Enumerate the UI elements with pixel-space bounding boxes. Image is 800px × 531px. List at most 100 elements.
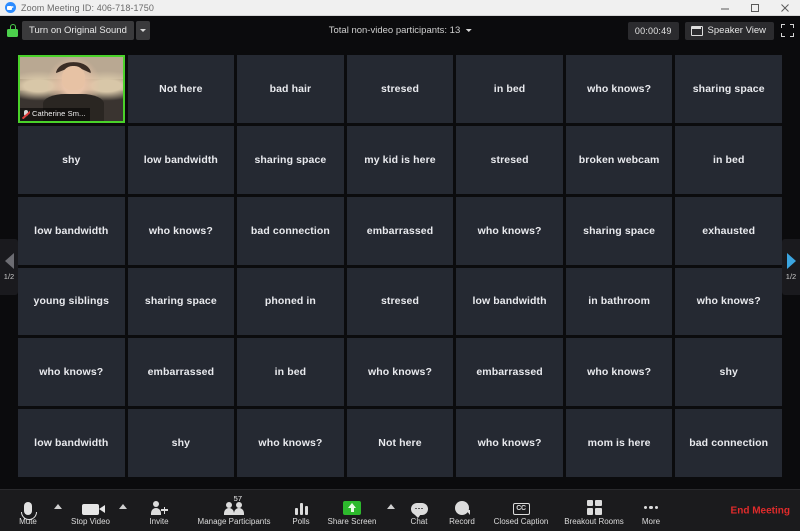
participant-tile[interactable]: who knows?: [127, 196, 235, 265]
participant-tile[interactable]: sharing space: [675, 55, 782, 123]
participant-tile[interactable]: who knows?: [565, 338, 673, 407]
fullscreen-icon[interactable]: [781, 24, 794, 37]
participant-tile[interactable]: broken webcam: [565, 125, 673, 194]
participant-tile-label: young siblings: [33, 295, 110, 308]
participant-tile[interactable]: in bed: [237, 338, 344, 407]
minimize-icon[interactable]: [710, 0, 740, 16]
share-screen-icon: [343, 500, 361, 515]
participant-tile[interactable]: my kid is here: [346, 125, 454, 194]
participant-tile[interactable]: Not here: [127, 55, 235, 123]
participant-tile[interactable]: low bandwidth: [127, 125, 235, 194]
participant-tile-label: shy: [62, 153, 81, 166]
meeting-topbar: Turn on Original Sound Total non-video p…: [0, 16, 800, 45]
share-screen-button[interactable]: Share Screen: [321, 491, 383, 531]
turn-on-original-sound-button[interactable]: Turn on Original Sound: [22, 21, 134, 40]
invite-label: Invite: [149, 516, 169, 526]
participant-tile[interactable]: shy: [127, 409, 235, 477]
participant-tile-label: Not here: [378, 437, 422, 450]
participant-tile-label: embarrassed: [366, 224, 434, 237]
participant-tile-label: exhausted: [702, 224, 756, 237]
participant-tile[interactable]: who knows?: [18, 338, 125, 407]
participant-tile[interactable]: who knows?: [237, 409, 344, 477]
participant-video-tile[interactable]: Catherine Sm...: [18, 55, 125, 123]
participant-tile[interactable]: bad connection: [237, 196, 344, 265]
participant-tile[interactable]: low bandwidth: [18, 196, 125, 265]
page-indicator-left: 1/2: [3, 272, 15, 281]
speaker-view-button[interactable]: Speaker View: [684, 21, 774, 40]
stop-video-button[interactable]: Stop Video: [66, 491, 115, 531]
participant-tile[interactable]: who knows?: [675, 267, 782, 336]
chat-button[interactable]: Chat: [399, 491, 439, 531]
participant-tile[interactable]: who knows?: [456, 409, 563, 477]
participant-tile-label: low bandwidth: [34, 437, 109, 450]
breakout-rooms-label: Breakout Rooms: [564, 516, 624, 526]
participant-tile[interactable]: sharing space: [127, 267, 235, 336]
manage-participants-button[interactable]: 57 Manage Participants: [187, 491, 281, 531]
participants-count-badge: 57: [233, 493, 242, 503]
non-video-participants-indicator[interactable]: Total non-video participants: 13: [329, 25, 472, 36]
breakout-rooms-button[interactable]: Breakout Rooms: [557, 491, 631, 531]
participant-name: Catherine Sm...: [32, 110, 86, 119]
participant-tile[interactable]: phoned in: [237, 267, 344, 336]
record-button[interactable]: Record: [439, 491, 485, 531]
share-options-button[interactable]: [383, 491, 399, 531]
participant-tile[interactable]: sharing space: [237, 125, 344, 194]
participant-tile[interactable]: in bed: [675, 125, 782, 194]
closed-caption-button[interactable]: CC Closed Caption: [485, 491, 557, 531]
participant-tile[interactable]: stresed: [346, 267, 454, 336]
participant-tile[interactable]: stresed: [346, 55, 454, 123]
audio-options-button[interactable]: [50, 491, 66, 531]
participant-tile[interactable]: mom is here: [565, 409, 673, 477]
previous-page-button[interactable]: 1/2: [0, 239, 18, 295]
participant-tile[interactable]: embarrassed: [456, 338, 563, 407]
chevron-up-icon: [119, 504, 127, 509]
participant-tile-label: who knows?: [587, 366, 652, 379]
polls-button[interactable]: Polls: [281, 491, 321, 531]
participant-tile-label: who knows?: [148, 224, 213, 237]
participant-tile-label: low bandwidth: [34, 224, 109, 237]
chevron-left-icon: [4, 253, 14, 269]
zoom-meeting-window: Zoom Meeting ID: 406-718-1750 Turn on Or…: [0, 0, 800, 531]
original-sound-control: Turn on Original Sound: [7, 21, 150, 40]
gallery-stage: Catherine Sm... Not here bad hair strese…: [0, 45, 800, 489]
more-button[interactable]: More: [631, 491, 671, 531]
participant-tile[interactable]: who knows?: [346, 338, 454, 407]
participant-tile[interactable]: low bandwidth: [456, 267, 563, 336]
participant-tile-label: low bandwidth: [143, 153, 218, 166]
participant-tile[interactable]: stresed: [456, 125, 563, 194]
window-titlebar: Zoom Meeting ID: 406-718-1750: [0, 0, 800, 16]
participant-tile-label: shy: [171, 437, 191, 450]
participant-tile[interactable]: who knows?: [565, 55, 673, 123]
participant-tile[interactable]: embarrassed: [127, 338, 235, 407]
end-meeting-button[interactable]: End Meeting: [731, 505, 790, 516]
video-options-button[interactable]: [115, 491, 131, 531]
participant-tile[interactable]: embarrassed: [346, 196, 454, 265]
mute-button[interactable]: Mute: [6, 491, 50, 531]
participant-tile-label: in bed: [712, 153, 745, 166]
lock-icon: [7, 24, 18, 37]
participant-tile[interactable]: shy: [18, 125, 125, 194]
invite-button[interactable]: Invite: [131, 491, 187, 531]
participant-name-tag: Catherine Sm...: [20, 107, 90, 121]
chevron-up-icon: [54, 504, 62, 509]
participant-tile[interactable]: in bathroom: [565, 267, 673, 336]
participant-tile[interactable]: who knows?: [456, 196, 563, 265]
participant-tile[interactable]: sharing space: [565, 196, 673, 265]
participant-tile[interactable]: bad connection: [675, 409, 782, 477]
participant-tile[interactable]: Not here: [346, 409, 454, 477]
maximize-icon[interactable]: [740, 0, 770, 16]
participant-tile[interactable]: in bed: [456, 55, 563, 123]
chevron-down-icon: [465, 29, 472, 32]
participant-tile[interactable]: exhausted: [675, 196, 782, 265]
participant-tile[interactable]: bad hair: [237, 55, 344, 123]
view-mode-label: Speaker View: [707, 25, 766, 36]
participant-tile-label: mom is here: [587, 437, 651, 450]
close-icon[interactable]: [770, 0, 800, 16]
participant-tile[interactable]: low bandwidth: [18, 409, 125, 477]
poll-bars-icon: [294, 501, 308, 515]
participant-tile[interactable]: young siblings: [18, 267, 125, 336]
participant-tile-label: shy: [719, 366, 738, 379]
original-sound-dropdown-button[interactable]: [135, 21, 150, 40]
participant-tile[interactable]: shy: [675, 338, 782, 407]
next-page-button[interactable]: 1/2: [782, 239, 800, 295]
